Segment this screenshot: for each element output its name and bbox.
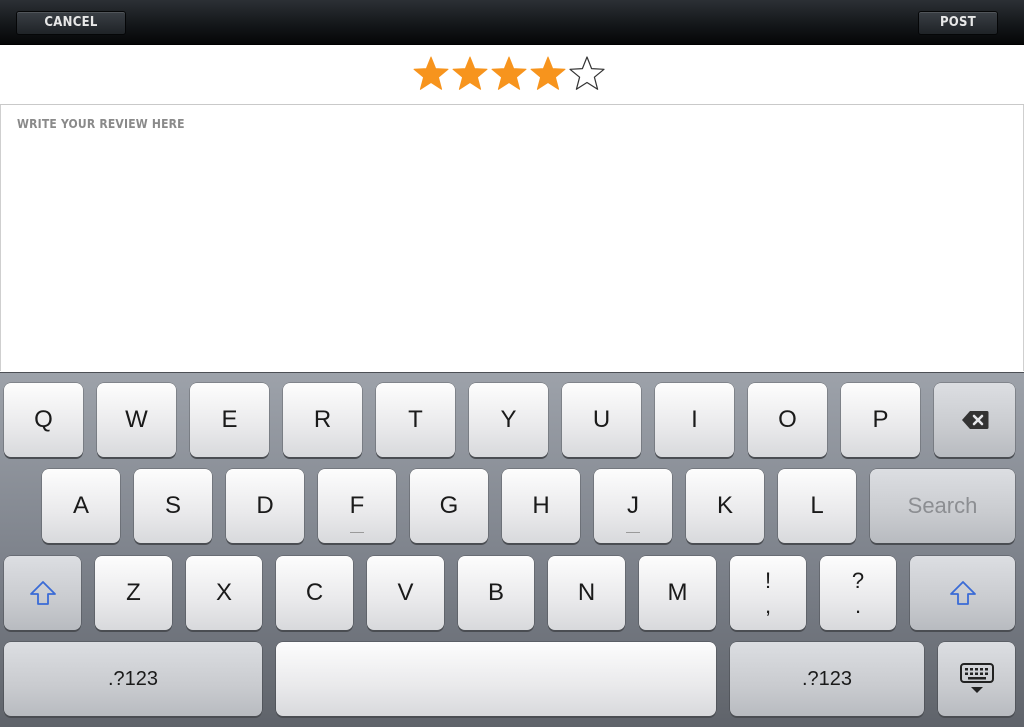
key-t[interactable]: T (376, 383, 455, 457)
key-a[interactable]: A (42, 469, 120, 543)
star-rating[interactable] (412, 55, 606, 93)
key-y[interactable]: Y (469, 383, 548, 457)
space-key[interactable] (276, 642, 716, 716)
key-k[interactable]: K (686, 469, 764, 543)
key-d[interactable]: D (226, 469, 304, 543)
star-filled-icon[interactable] (451, 55, 489, 93)
home-key-marker (350, 532, 364, 533)
key-h[interactable]: H (502, 469, 580, 543)
shift-icon (29, 580, 57, 606)
key-w[interactable]: W (97, 383, 176, 457)
search-key[interactable]: Search (870, 469, 1015, 543)
key-g[interactable]: G (410, 469, 488, 543)
key-r[interactable]: R (283, 383, 362, 457)
shift-key-right[interactable] (910, 556, 1015, 630)
backspace-icon (961, 410, 989, 430)
key-s[interactable]: S (134, 469, 212, 543)
post-button[interactable]: POST (918, 11, 998, 35)
shift-key-left[interactable] (4, 556, 81, 630)
star-filled-icon[interactable] (529, 55, 567, 93)
star-empty-icon[interactable] (568, 55, 606, 93)
numbers-key-right[interactable]: .?123 (730, 642, 924, 716)
key-q[interactable]: Q (4, 383, 83, 457)
top-toolbar: CANCEL POST (0, 0, 1024, 45)
key-o[interactable]: O (748, 383, 827, 457)
key-n[interactable]: N (548, 556, 625, 630)
review-placeholder: WRITE YOUR REVIEW HERE (17, 117, 185, 131)
key-exclamation-comma[interactable]: !, (730, 556, 806, 630)
key-u[interactable]: U (562, 383, 641, 457)
key-p[interactable]: P (841, 383, 920, 457)
keyboard-dismiss-icon (959, 662, 994, 696)
key-l[interactable]: L (778, 469, 856, 543)
dismiss-keyboard-key[interactable] (938, 642, 1015, 716)
key-e[interactable]: E (190, 383, 269, 457)
key-c[interactable]: C (276, 556, 353, 630)
cancel-button[interactable]: CANCEL (16, 11, 126, 35)
key-z[interactable]: Z (95, 556, 172, 630)
key-m[interactable]: M (639, 556, 716, 630)
numbers-key-left[interactable]: .?123 (4, 642, 262, 716)
rating-bar (0, 45, 1024, 105)
key-v[interactable]: V (367, 556, 444, 630)
key-j[interactable]: J (594, 469, 672, 543)
key-f[interactable]: F (318, 469, 396, 543)
key-x[interactable]: X (186, 556, 262, 630)
key-question-period[interactable]: ?. (820, 556, 896, 630)
backspace-key[interactable] (934, 383, 1015, 457)
shift-icon (949, 580, 977, 606)
on-screen-keyboard: Q W E R T Y U I O P A S D F G H J K L Se… (0, 372, 1024, 727)
star-filled-icon[interactable] (412, 55, 450, 93)
star-filled-icon[interactable] (490, 55, 528, 93)
review-textarea[interactable]: WRITE YOUR REVIEW HERE (0, 105, 1024, 371)
key-i[interactable]: I (655, 383, 734, 457)
key-b[interactable]: B (458, 556, 534, 630)
home-key-marker (626, 532, 640, 533)
